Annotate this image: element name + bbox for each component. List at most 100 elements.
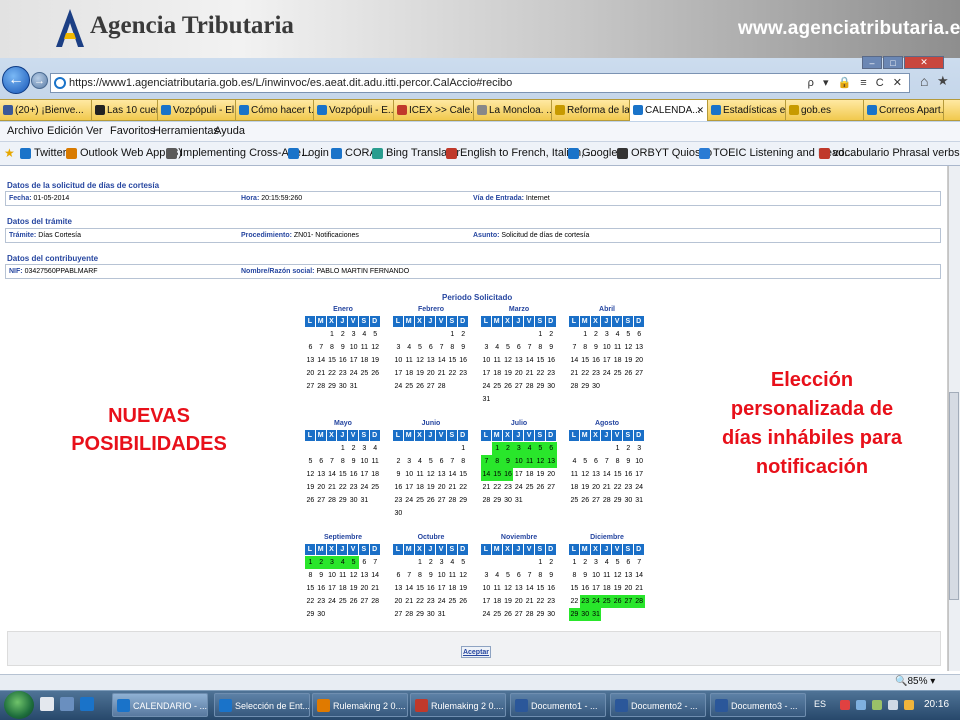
calendar-day[interactable]: 6 xyxy=(513,569,524,582)
calendar-day[interactable]: 1 xyxy=(535,328,546,341)
calendar-day[interactable]: 24 xyxy=(513,481,524,494)
calendar-day[interactable]: 2 xyxy=(580,556,591,569)
calendar-day[interactable]: 18 xyxy=(370,468,381,481)
calendar-day[interactable]: 7 xyxy=(524,341,535,354)
calendar-day[interactable]: 27 xyxy=(622,595,634,608)
calendar-day[interactable]: 28 xyxy=(447,494,458,507)
calendar-day[interactable]: 8 xyxy=(535,569,546,582)
calendar-day[interactable]: 10 xyxy=(327,569,338,582)
calendar-day[interactable]: 2 xyxy=(546,328,557,341)
calendar-day[interactable]: 21 xyxy=(524,367,535,380)
calendar-day[interactable]: 5 xyxy=(415,341,426,354)
calendar-day[interactable]: 28 xyxy=(370,595,381,608)
calendar-day[interactable]: 6 xyxy=(545,442,557,455)
calendar-day[interactable]: 7 xyxy=(601,455,612,468)
calendar-day[interactable]: 12 xyxy=(425,468,436,481)
calendar-day[interactable]: 26 xyxy=(305,494,316,507)
calendar-day[interactable]: 18 xyxy=(415,481,426,494)
calendar-day[interactable]: 14 xyxy=(481,468,492,481)
calendar-day[interactable]: 7 xyxy=(327,455,338,468)
favorite-item-8[interactable]: ORBYT Quiosco xyxy=(617,147,712,159)
calendar-day[interactable]: 5 xyxy=(458,556,469,569)
calendar-day[interactable]: 20 xyxy=(513,595,524,608)
calendar-day[interactable]: 22 xyxy=(535,595,546,608)
calendar-day[interactable]: 4 xyxy=(337,556,349,569)
calendar-day[interactable]: 26 xyxy=(415,380,426,393)
calendar-day[interactable]: 30 xyxy=(503,494,514,507)
calendar-day[interactable]: 13 xyxy=(393,582,404,595)
calendar-day[interactable]: 20 xyxy=(305,367,316,380)
tab-10[interactable]: gob.es xyxy=(786,100,864,121)
calendar-day[interactable]: 14 xyxy=(436,354,447,367)
calendar-day[interactable]: 20 xyxy=(513,367,524,380)
calendar-day[interactable]: 12 xyxy=(503,354,514,367)
calendar-day[interactable]: 14 xyxy=(601,468,612,481)
calendar-day[interactable]: 3 xyxy=(404,455,415,468)
calendar-day[interactable]: 25 xyxy=(601,595,613,608)
calendar-day[interactable]: 9 xyxy=(546,569,557,582)
calendar-day[interactable]: 12 xyxy=(348,569,359,582)
calendar-day[interactable]: 8 xyxy=(458,455,469,468)
calendar-day[interactable]: 28 xyxy=(436,380,447,393)
address-bar[interactable]: https://www1.agenciatributaria.gob.es/L/… xyxy=(50,73,910,93)
calendar-day[interactable]: 23 xyxy=(503,481,514,494)
calendar-day[interactable]: 17 xyxy=(591,582,602,595)
calendar-day[interactable]: 24 xyxy=(601,367,612,380)
favorite-item-7[interactable]: Google xyxy=(568,147,617,159)
calendar-day[interactable]: 26 xyxy=(503,380,514,393)
calendar-day[interactable]: 3 xyxy=(601,328,612,341)
calendar-day[interactable]: 4 xyxy=(404,341,415,354)
calendar-day[interactable]: 25 xyxy=(415,494,426,507)
calendar-day[interactable]: 17 xyxy=(359,468,370,481)
calendar-day[interactable]: 3 xyxy=(481,341,492,354)
taskbar-item-6[interactable]: Documento3 - ... xyxy=(710,693,806,717)
calendar-day[interactable]: 28 xyxy=(601,494,612,507)
calendar-day[interactable]: 24 xyxy=(348,367,359,380)
calendar-day[interactable]: 15 xyxy=(535,582,546,595)
calendar-day[interactable]: 10 xyxy=(436,569,447,582)
calendar-day[interactable]: 20 xyxy=(359,582,370,595)
calendar-day[interactable]: 19 xyxy=(503,367,514,380)
menu-5[interactable]: Ayuda xyxy=(214,125,245,137)
calendar-day[interactable]: 18 xyxy=(524,468,535,481)
calendar-day[interactable]: 30 xyxy=(579,608,591,621)
calendar-day[interactable]: 29 xyxy=(337,494,348,507)
calendar-day[interactable]: 7 xyxy=(524,569,535,582)
calendar-day[interactable]: 30 xyxy=(546,380,557,393)
ie-quicklaunch-icon[interactable] xyxy=(80,697,94,711)
calendar-day[interactable]: 26 xyxy=(580,494,591,507)
windows-start-button[interactable] xyxy=(4,691,34,719)
calendar-day[interactable]: 24 xyxy=(436,595,447,608)
tray-network-icon[interactable] xyxy=(856,700,866,710)
calendar-day[interactable]: 16 xyxy=(393,481,404,494)
calendar-day[interactable]: 24 xyxy=(634,481,645,494)
calendar-day[interactable]: 13 xyxy=(425,354,436,367)
close-tab-icon[interactable]: ✕ xyxy=(696,100,704,121)
calendar-day[interactable]: 4 xyxy=(359,328,370,341)
calendar-day[interactable]: 27 xyxy=(425,380,436,393)
calendar-day[interactable]: 12 xyxy=(612,569,623,582)
calendar-day[interactable]: 15 xyxy=(305,582,316,595)
calendar-day[interactable]: 19 xyxy=(612,582,623,595)
calendar-day[interactable]: 23 xyxy=(425,595,436,608)
calendar-day[interactable]: 28 xyxy=(404,608,415,621)
calendar-day[interactable]: 4 xyxy=(612,328,623,341)
calendar-day[interactable]: 22 xyxy=(327,367,338,380)
calendar-day[interactable]: 10 xyxy=(601,341,612,354)
taskbar-clock[interactable]: 20:16 xyxy=(924,699,949,710)
taskbar-item-1[interactable]: Selección de Ent... xyxy=(214,693,310,717)
calendar-day[interactable]: 13 xyxy=(623,569,634,582)
calendar-day[interactable]: 31 xyxy=(481,393,492,406)
calendar-day[interactable]: 12 xyxy=(534,455,546,468)
tab-7[interactable]: Reforma de la... xyxy=(552,100,630,121)
calendar-day[interactable]: 11 xyxy=(492,354,503,367)
calendar-day[interactable]: 14 xyxy=(327,468,338,481)
tray-app-icon[interactable] xyxy=(872,700,882,710)
calendar-day[interactable]: 10 xyxy=(393,354,404,367)
calendar-day[interactable]: 26 xyxy=(348,595,359,608)
calendar-day[interactable]: 3 xyxy=(359,442,370,455)
calendar-day[interactable]: 28 xyxy=(481,494,492,507)
calendar-day[interactable]: 28 xyxy=(524,608,535,621)
calendar-day[interactable]: 14 xyxy=(524,582,535,595)
calendar-day[interactable]: 27 xyxy=(359,595,370,608)
